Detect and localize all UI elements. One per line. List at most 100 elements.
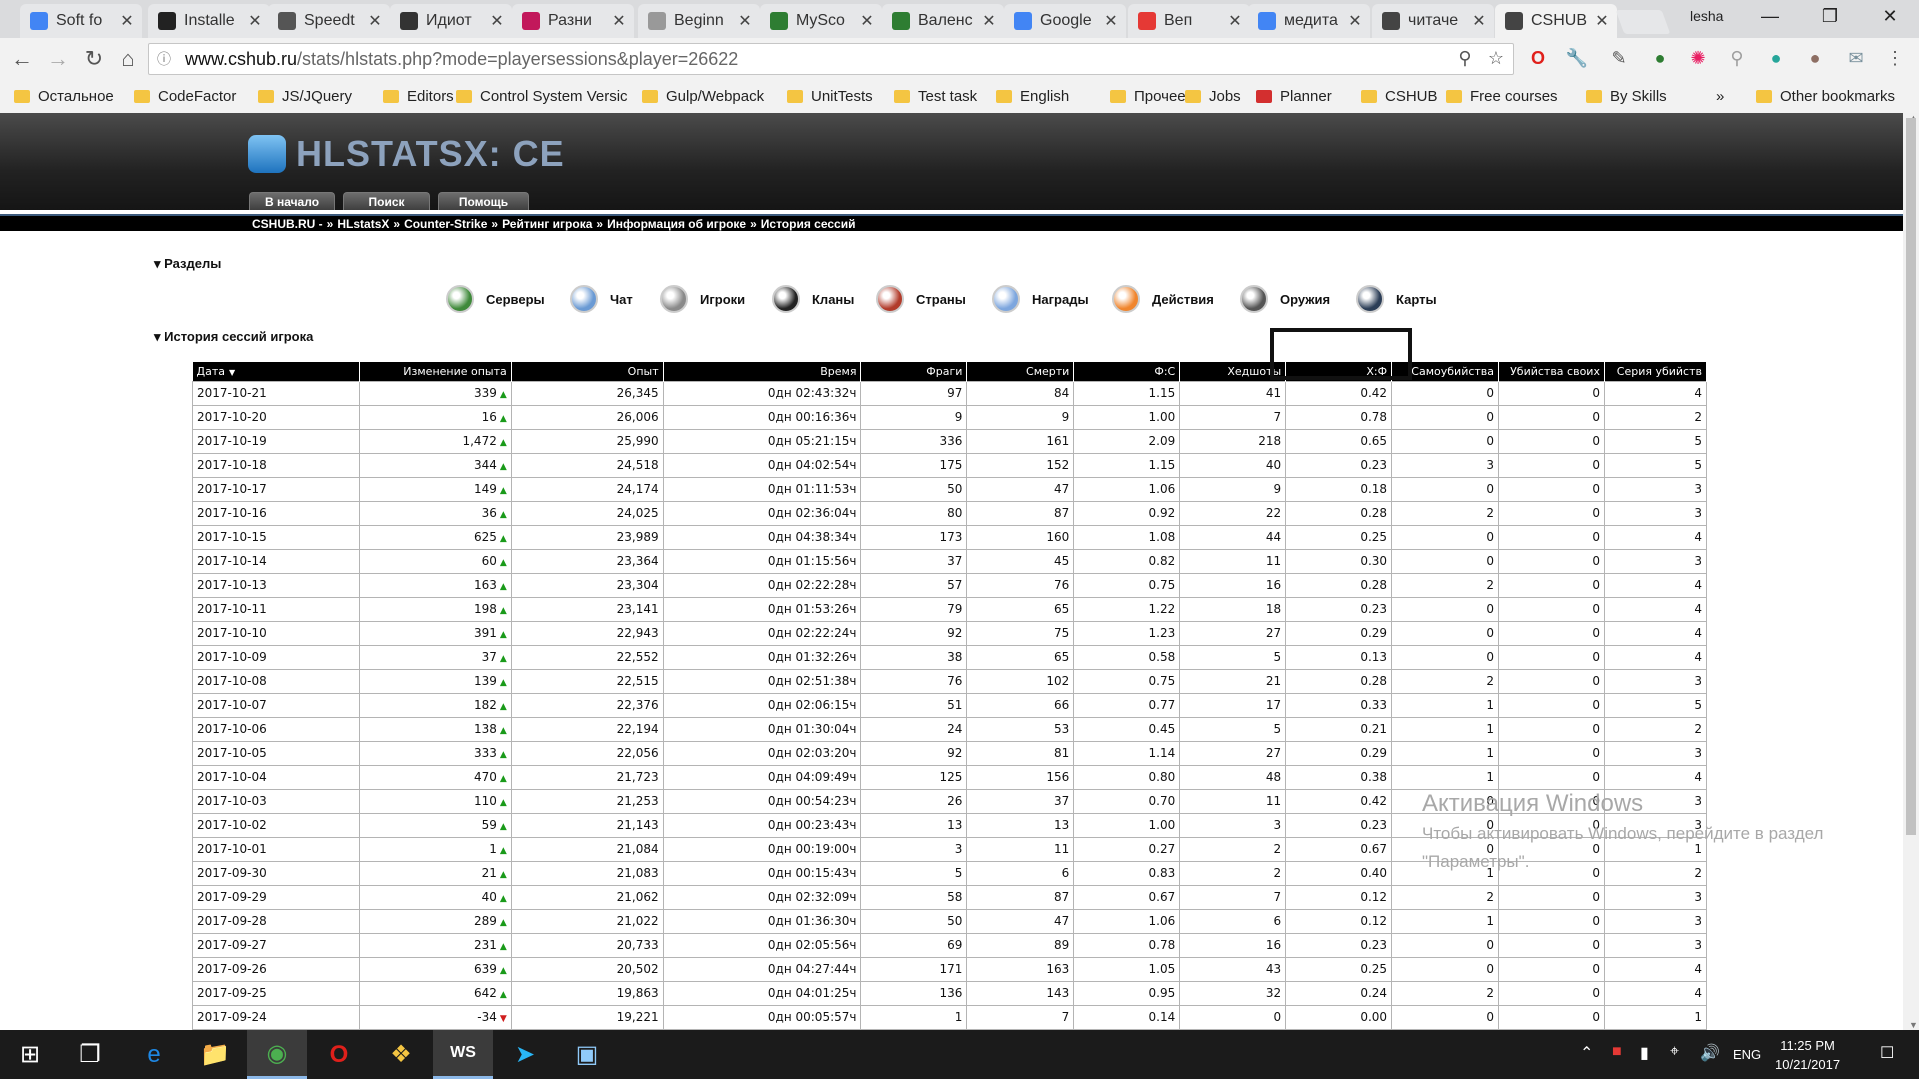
tab-10[interactable]: медита ✕ xyxy=(1248,4,1370,38)
nav-item-5[interactable]: Награды xyxy=(992,285,1089,313)
bookmark-item[interactable]: CSHUB xyxy=(1361,85,1438,107)
nav-item-0[interactable]: Серверы xyxy=(446,285,545,313)
breadcrumb-link[interactable]: Рейтинг игрока xyxy=(502,217,592,231)
tab-5[interactable]: Beginn ✕ xyxy=(638,4,760,38)
scrollbar-thumb[interactable] xyxy=(1906,118,1916,835)
battery-icon[interactable]: ▮ xyxy=(1640,1043,1649,1063)
tab-6[interactable]: MySco ✕ xyxy=(760,4,882,38)
column-header[interactable]: Ф:С xyxy=(1073,362,1181,381)
breadcrumb-link[interactable]: Информация об игроке xyxy=(607,217,746,231)
language-indicator[interactable]: ENG xyxy=(1733,1047,1761,1062)
tab-7[interactable]: Валенс ✕ xyxy=(882,4,1004,38)
tab-close-icon[interactable]: ✕ xyxy=(366,11,384,31)
tray-chevron-icon[interactable]: ⌃ xyxy=(1580,1043,1593,1063)
tab-close-icon[interactable]: ✕ xyxy=(246,11,264,31)
help-button[interactable]: Помощь xyxy=(438,192,529,210)
column-header[interactable]: Время xyxy=(663,362,862,381)
opera-taskbar-icon[interactable]: O xyxy=(309,1030,369,1079)
nav-item-3[interactable]: Кланы xyxy=(772,285,854,313)
nav-item-6[interactable]: Действия xyxy=(1112,285,1214,313)
page-info-icon[interactable]: ⓘ xyxy=(157,49,179,69)
column-header[interactable]: Изменение опыта xyxy=(359,362,512,381)
bookmark-item[interactable]: Остальное xyxy=(14,85,114,107)
tab-close-icon[interactable]: ✕ xyxy=(1470,11,1488,31)
menu-icon[interactable]: ⋮ xyxy=(1881,44,1909,72)
profile-name[interactable]: lesha xyxy=(1690,8,1723,24)
nav-item-7[interactable]: Оружия xyxy=(1240,285,1330,313)
minimize-icon[interactable]: — xyxy=(1750,6,1790,27)
tab-close-icon[interactable]: ✕ xyxy=(610,11,628,31)
column-header[interactable]: Убийства своих xyxy=(1498,362,1605,381)
tab-close-icon[interactable]: ✕ xyxy=(1226,11,1244,31)
column-header[interactable]: Дата ▼ xyxy=(192,362,360,381)
tab-0[interactable]: Soft fo ✕ xyxy=(20,4,142,38)
bookmark-item[interactable]: UnitTests xyxy=(787,85,873,107)
bookmark-item[interactable]: Jobs xyxy=(1185,85,1241,107)
page-scrollbar[interactable]: ▲ ▼ xyxy=(1903,113,1919,1030)
bookmarks-overflow-button[interactable]: » xyxy=(1716,85,1724,107)
close-window-icon[interactable]: ✕ xyxy=(1870,6,1910,27)
address-bar[interactable]: ⓘ www.cshub.ru/stats/hlstats.php?mode=pl… xyxy=(148,43,1514,75)
reload-icon[interactable]: ↻ xyxy=(80,45,108,73)
bookmark-item[interactable]: Planner xyxy=(1256,85,1332,107)
mail-icon[interactable]: ✉ xyxy=(1842,44,1870,72)
home-icon[interactable]: ⌂ xyxy=(114,45,142,73)
home-button[interactable]: В начало xyxy=(249,192,335,210)
tab-11[interactable]: читаче ✕ xyxy=(1372,4,1494,38)
tab-close-icon[interactable]: ✕ xyxy=(858,11,876,31)
history-heading[interactable]: ▾ История сессий игрока xyxy=(154,329,313,345)
bookmark-item[interactable]: CodeFactor xyxy=(134,85,236,107)
bookmark-item[interactable]: Test task xyxy=(894,85,977,107)
breadcrumb-link[interactable]: Counter-Strike xyxy=(404,217,487,231)
volume-icon[interactable]: 🔊 xyxy=(1700,1043,1720,1063)
tray-antivirus-icon[interactable]: ■ xyxy=(1612,1043,1622,1061)
bookmark-item[interactable]: Free courses xyxy=(1446,85,1558,107)
chrome-taskbar-icon[interactable]: ◉ xyxy=(247,1030,307,1079)
eyedropper-icon[interactable]: ✎ xyxy=(1605,44,1633,72)
tab-4[interactable]: Разни ✕ xyxy=(512,4,634,38)
tab-close-icon[interactable]: ✕ xyxy=(1593,11,1611,31)
bookmark-item[interactable]: Прочее xyxy=(1110,85,1186,107)
extension-ball-icon[interactable]: ● xyxy=(1801,44,1829,72)
site-logo[interactable]: HLSTATSX: CE xyxy=(248,133,565,175)
file-explorer-icon[interactable]: 📁 xyxy=(185,1030,245,1079)
timer-extension-icon[interactable]: ● xyxy=(1646,44,1674,72)
tab-12[interactable]: CSHUB ✕ xyxy=(1495,4,1617,38)
bookmark-item[interactable]: Editors xyxy=(383,85,454,107)
back-icon[interactable]: ← xyxy=(8,45,36,73)
opera-icon[interactable]: O xyxy=(1524,44,1552,72)
tab-close-icon[interactable]: ✕ xyxy=(1346,11,1364,31)
app-window-icon[interactable]: ▣ xyxy=(557,1030,617,1079)
wrench-icon[interactable]: 🔧 xyxy=(1563,44,1591,72)
tab-9[interactable]: Веп ✕ xyxy=(1128,4,1250,38)
breadcrumb-link[interactable]: CSHUB.RU - xyxy=(252,217,323,231)
sourcetree-icon[interactable]: ❖ xyxy=(371,1030,431,1079)
bookmark-item[interactable]: Other bookmarks xyxy=(1756,85,1895,107)
column-header[interactable]: Смерти xyxy=(966,362,1075,381)
notifications-icon[interactable]: ☐ xyxy=(1880,1043,1894,1063)
bookmark-item[interactable]: Gulp/Webpack xyxy=(642,85,764,107)
scroll-down-icon[interactable]: ▼ xyxy=(1909,1020,1918,1030)
bookmark-item[interactable]: Control System Versic xyxy=(456,85,628,107)
bookmark-item[interactable]: English xyxy=(996,85,1069,107)
tab-1[interactable]: Installe ✕ xyxy=(148,4,270,38)
column-header[interactable]: Фраги xyxy=(860,362,968,381)
breadcrumb-link[interactable]: HLstatsX xyxy=(337,217,389,231)
search-icon[interactable]: ⚲ xyxy=(1451,44,1479,72)
telegram-icon[interactable]: ➤ xyxy=(495,1030,555,1079)
bookmark-item[interactable]: JS/JQuery xyxy=(258,85,352,107)
task-view-icon[interactable]: ❐ xyxy=(60,1030,120,1079)
tab-close-icon[interactable]: ✕ xyxy=(118,11,136,31)
nav-item-2[interactable]: Игроки xyxy=(660,285,745,313)
tab-8[interactable]: Google ✕ xyxy=(1004,4,1126,38)
bookmark-star-icon[interactable]: ☆ xyxy=(1482,44,1510,72)
zoom-icon[interactable]: ⚲ xyxy=(1723,44,1751,72)
nav-item-4[interactable]: Страны xyxy=(876,285,966,313)
forward-icon[interactable]: → xyxy=(44,45,72,73)
new-tab-button[interactable] xyxy=(1615,10,1671,34)
sections-heading[interactable]: ▾ Разделы xyxy=(154,256,221,272)
edge-icon[interactable]: e xyxy=(124,1030,184,1079)
webstorm-icon[interactable]: WS xyxy=(433,1030,493,1079)
nav-item-1[interactable]: Чат xyxy=(570,285,633,313)
nav-item-8[interactable]: Карты xyxy=(1356,285,1437,313)
